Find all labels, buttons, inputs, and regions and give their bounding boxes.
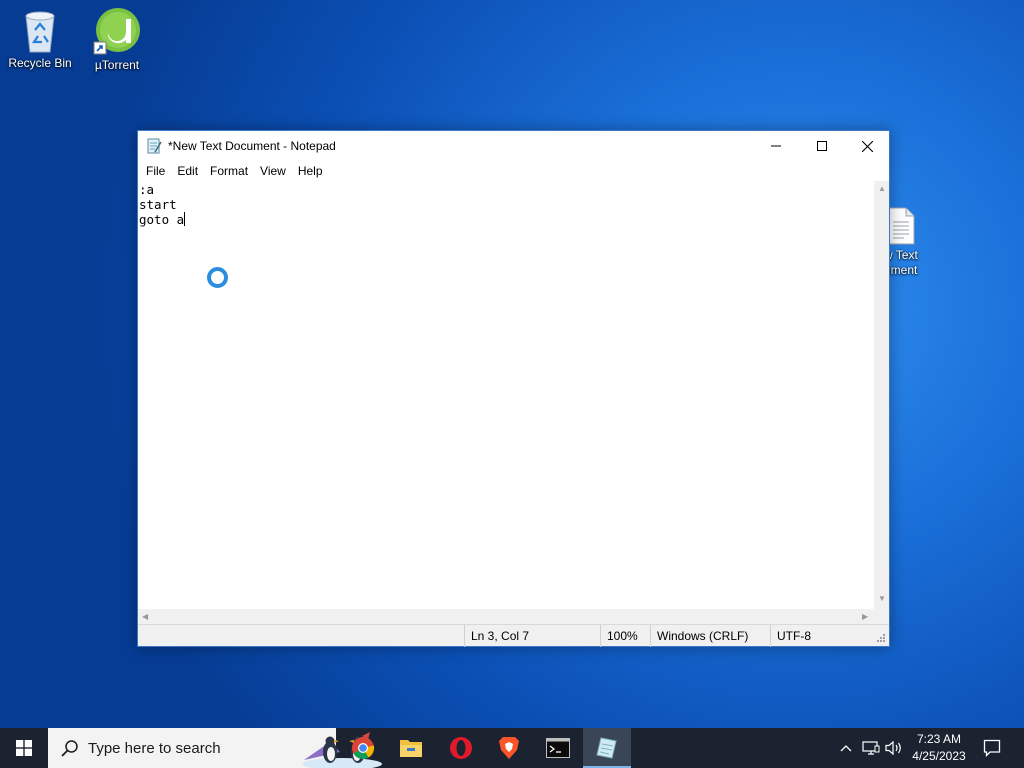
minimize-icon [771,145,781,147]
search-placeholder: Type here to search [88,740,221,757]
taskbar-file-explorer-button[interactable] [387,728,435,768]
busy-cursor-icon [207,267,228,288]
maximize-icon [817,141,827,151]
editor-line: :a [139,182,155,197]
start-button[interactable] [0,728,48,768]
taskbar-clock[interactable]: 7:23 AM 4/25/2023 [908,731,970,765]
cmd-icon [546,738,570,758]
notepad-app-icon [147,138,162,154]
maximize-button[interactable] [799,131,845,161]
status-zoom: 100% [600,625,650,647]
windows-logo-icon [16,740,32,756]
notification-icon [983,739,1001,757]
horizontal-scrollbar[interactable]: ◀ ▶ [138,609,874,624]
minimize-button[interactable] [753,131,799,161]
desktop-icon-label: Recycle Bin [8,56,72,70]
menu-edit[interactable]: Edit [171,164,204,178]
clock-date: 4/25/2023 [912,749,966,763]
editor-line: start [139,197,177,212]
search-icon [61,740,78,757]
taskbar-chrome-button[interactable] [339,728,387,768]
scroll-right-icon[interactable]: ▶ [862,613,868,621]
utorrent-icon [93,8,140,55]
status-line-ending: Windows (CRLF) [650,625,770,647]
scrollbar-corner [874,609,889,624]
title-bar[interactable]: *New Text Document - Notepad [138,131,889,161]
menu-view[interactable]: View [254,164,292,178]
menu-file[interactable]: File [140,164,171,178]
network-icon [862,741,880,755]
close-button[interactable] [844,131,890,161]
taskbar-opera-button[interactable] [437,728,485,768]
text-caret [184,212,186,226]
taskbar-search-box[interactable]: Type here to search [48,728,382,768]
status-encoding: UTF-8 [770,625,870,647]
desktop-icon-recycle-bin[interactable]: Recycle Bin [0,6,80,71]
network-button[interactable] [861,728,881,768]
window-title: *New Text Document - Notepad [168,139,336,153]
menu-bar: File Edit Format View Help [138,161,889,181]
text-editor[interactable]: :a start goto a [138,181,874,609]
editor-line-text: goto a [139,212,185,227]
editor-line-current: goto a [139,212,874,227]
scroll-left-icon[interactable]: ◀ [142,613,148,621]
volume-button[interactable] [884,728,904,768]
status-bar: Ln 3, Col 7 100% Windows (CRLF) UTF-8 [138,624,889,647]
taskbar-notepad-button[interactable] [583,728,631,768]
scroll-down-icon[interactable]: ▼ [878,595,886,603]
desktop-icon-label: w Text ument [884,248,918,277]
status-cursor-position: Ln 3, Col 7 [464,625,600,647]
vertical-scrollbar[interactable]: ▲ ▼ [874,181,889,609]
chevron-up-icon [840,745,852,752]
brave-icon [499,737,519,759]
opera-icon [450,737,472,759]
taskbar-brave-button[interactable] [485,728,533,768]
taskbar: Type here to search 7:23 AM 4/25/2023 [0,728,1024,768]
menu-format[interactable]: Format [204,164,254,178]
desktop-icon-utorrent[interactable]: µTorrent [77,6,157,73]
resize-grip-icon[interactable] [876,633,886,643]
scroll-up-icon[interactable]: ▲ [878,185,886,193]
speaker-icon [885,740,901,756]
recycle-bin-icon [25,11,55,53]
notepad-icon [596,737,617,759]
desktop-icon-label: µTorrent [94,58,140,72]
close-icon [861,140,873,152]
chrome-icon [352,737,375,759]
action-center-button[interactable] [978,728,1006,768]
notepad-window[interactable]: *New Text Document - Notepad File Edit F… [137,130,890,647]
taskbar-command-prompt-button[interactable] [534,728,582,768]
text-document-icon [887,207,915,245]
show-hidden-icons-button[interactable] [838,728,854,768]
clock-time: 7:23 AM [916,732,962,746]
menu-help[interactable]: Help [292,164,329,178]
file-explorer-icon [400,740,422,757]
